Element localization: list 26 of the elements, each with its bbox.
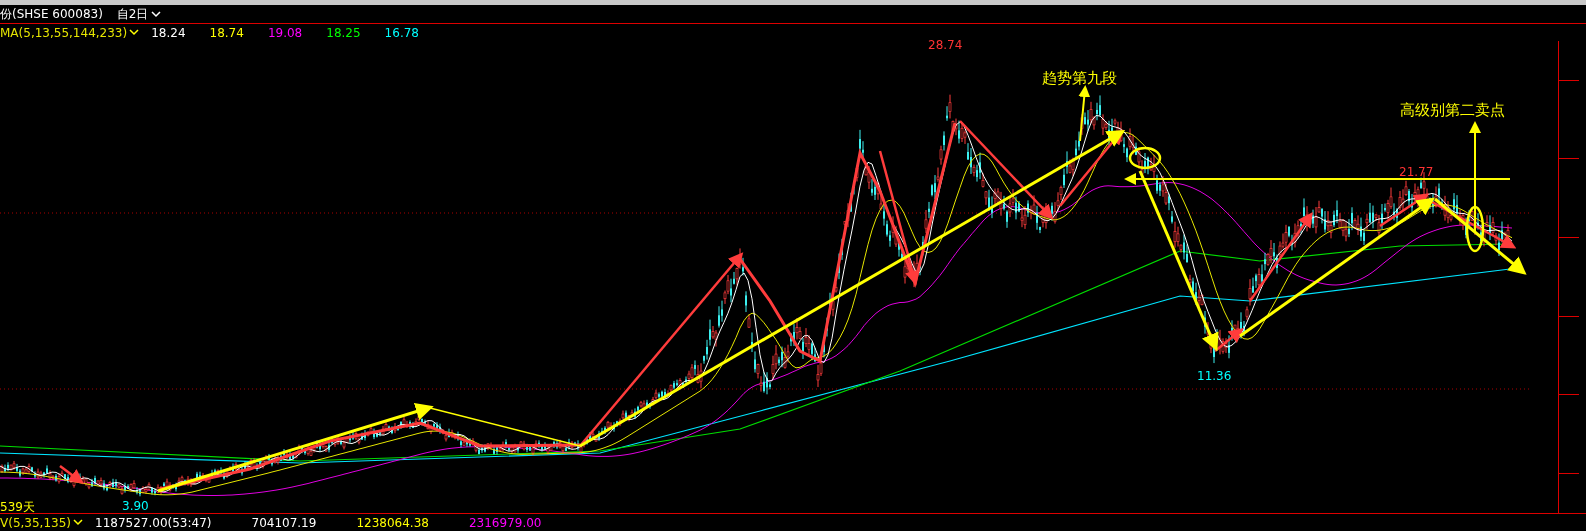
price-label: 11.36 — [1197, 369, 1232, 383]
price-label: 539天 — [0, 499, 35, 516]
highlight-ellipse — [1128, 146, 1162, 170]
price-label: 21.77 — [1399, 165, 1434, 179]
price-label: 28.74 — [928, 38, 963, 52]
volume-value: 2316979.00 — [468, 515, 542, 530]
ma-value: 18.25 — [326, 25, 361, 40]
price-label: 3.90 — [122, 499, 149, 513]
highlight-ellipse — [1465, 205, 1485, 253]
ma-value: 19.08 — [267, 25, 303, 40]
trend-arrow — [59, 465, 84, 484]
annotation-label: 高级别第二卖点 — [1400, 101, 1505, 120]
caret-icon — [151, 10, 162, 18]
ma-value: 18.74 — [209, 25, 244, 40]
ma-indicator-dropdown[interactable]: MA(5,13,55,144,233) — [0, 25, 140, 40]
volume-value: 704107.19 — [251, 515, 317, 530]
ma-value: 18.24 — [151, 25, 186, 40]
period-dropdown[interactable]: 自2日 — [116, 5, 162, 23]
ma-value: 16.78 — [384, 25, 419, 40]
annotation-label: 趋势第九段 — [1042, 69, 1117, 88]
stock-title: 份(SHSE 600083) — [0, 5, 103, 23]
volume-value: 1187527.00(53:47) — [95, 515, 212, 530]
caret-icon — [73, 519, 83, 526]
volume-value: 1238064.38 — [356, 515, 429, 530]
volume-indicator-dropdown[interactable]: V(5,35,135) — [0, 515, 83, 530]
caret-icon — [129, 29, 140, 36]
